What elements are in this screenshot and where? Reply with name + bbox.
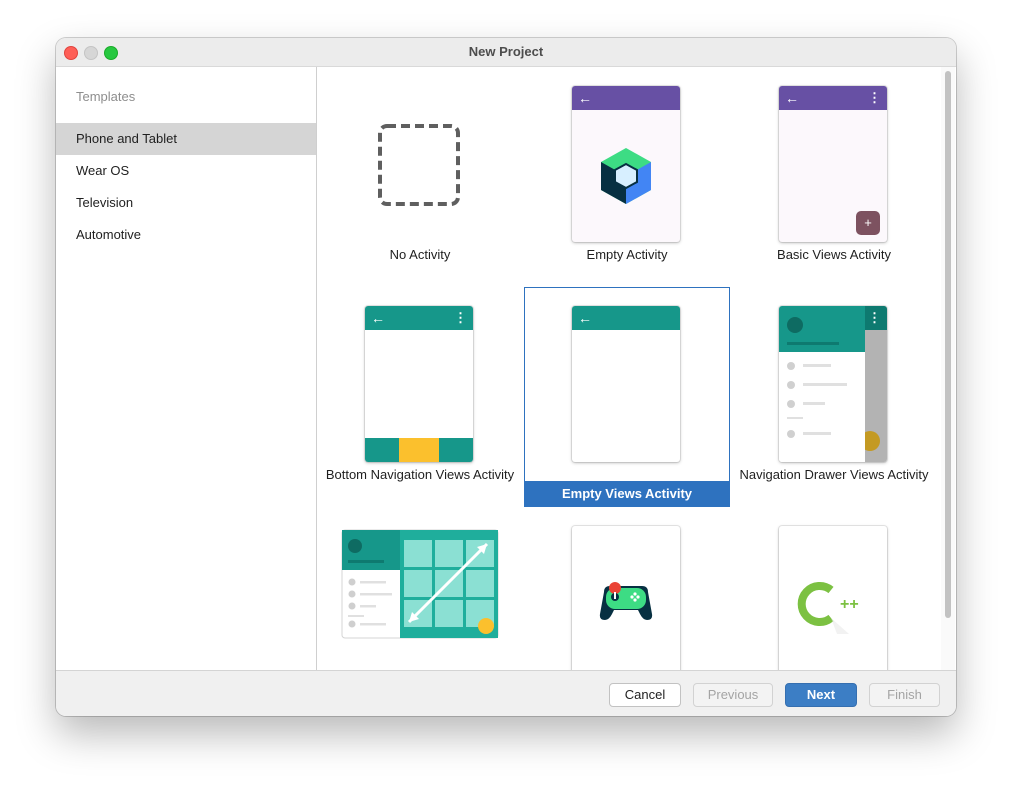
game-controller-icon [599, 582, 653, 620]
title-bar: New Project [56, 38, 956, 67]
phone-preview: ← ⋮ + [779, 86, 887, 242]
template-native-cpp[interactable]: ++ [731, 507, 937, 670]
overflow-menu-icon: ⋮ [868, 90, 881, 105]
jetpack-compose-icon [601, 148, 651, 204]
app-bar: ⋮ [865, 306, 887, 330]
sidebar-heading: Templates [76, 89, 136, 104]
new-project-window: New Project Templates Phone and Tablet W… [56, 38, 956, 716]
template-empty-activity[interactable]: ← Empty Activity [524, 67, 730, 287]
overflow-menu-icon: ⋮ [868, 310, 881, 325]
template-gallery: No Activity ← Empty Activity ← ⋮ + Basic… [317, 67, 956, 670]
template-label: Bottom Navigation Views Activity [325, 467, 515, 482]
phone-preview: ++ [779, 526, 887, 670]
templates-sidebar: Templates Phone and Tablet Wear OS Telev… [56, 67, 317, 670]
cpp-icon: ++ [797, 582, 859, 634]
scrollbar-thumb[interactable] [945, 71, 951, 618]
sidebar-item-television[interactable]: Television [56, 187, 316, 219]
template-no-activity[interactable]: No Activity [317, 67, 523, 287]
cpp-plus-text: ++ [840, 596, 859, 613]
phone-preview [572, 526, 680, 670]
previous-button[interactable]: Previous [693, 683, 773, 707]
app-bar: ← [572, 306, 680, 330]
template-bottom-navigation-views-activity[interactable]: ← ⋮ Bottom Navigation Views Activity [317, 287, 523, 507]
window-title: New Project [468, 44, 544, 59]
overflow-menu-icon: ⋮ [454, 310, 467, 325]
template-navigation-drawer-views-activity[interactable]: ⋮ Navigation Drawer Views Activity [731, 287, 937, 507]
template-label: Basic Views Activity [777, 247, 891, 262]
template-label: Empty Views Activity [524, 481, 730, 506]
sidebar-item-wear-os[interactable]: Wear OS [56, 155, 316, 187]
template-basic-views-activity[interactable]: ← ⋮ + Basic Views Activity [731, 67, 937, 287]
back-arrow-icon: ← [578, 310, 592, 326]
sidebar-item-automotive[interactable]: Automotive [56, 219, 316, 251]
dialog-footer: Cancel Previous Next Finish [56, 670, 956, 716]
phone-preview: ← ⋮ [365, 306, 473, 462]
responsive-views-tablet-icon [341, 529, 499, 639]
template-game-activity[interactable] [524, 507, 730, 670]
bottom-navigation-bar [365, 438, 473, 462]
back-arrow-icon: ← [371, 310, 385, 326]
phone-preview: ← [572, 86, 680, 242]
fab-plus-icon: + [856, 211, 880, 235]
app-bar: ← ⋮ [365, 306, 473, 330]
sidebar-item-phone-and-tablet[interactable]: Phone and Tablet [56, 123, 316, 155]
navigation-drawer-icon [779, 306, 865, 462]
back-arrow-icon: ← [785, 90, 799, 106]
bottom-navigation-active-item [399, 438, 439, 462]
template-empty-views-activity[interactable]: ← Empty Views Activity [524, 287, 730, 507]
template-responsive-views-activity[interactable] [317, 507, 523, 670]
next-button[interactable]: Next [785, 683, 857, 707]
phone-preview: ← [572, 306, 680, 462]
finish-button[interactable]: Finish [869, 683, 940, 707]
phone-preview: ⋮ [779, 306, 887, 462]
cancel-button[interactable]: Cancel [609, 683, 681, 707]
template-label: Navigation Drawer Views Activity [739, 467, 929, 482]
dashed-square-icon [378, 124, 460, 206]
app-bar: ← ⋮ [779, 86, 887, 110]
